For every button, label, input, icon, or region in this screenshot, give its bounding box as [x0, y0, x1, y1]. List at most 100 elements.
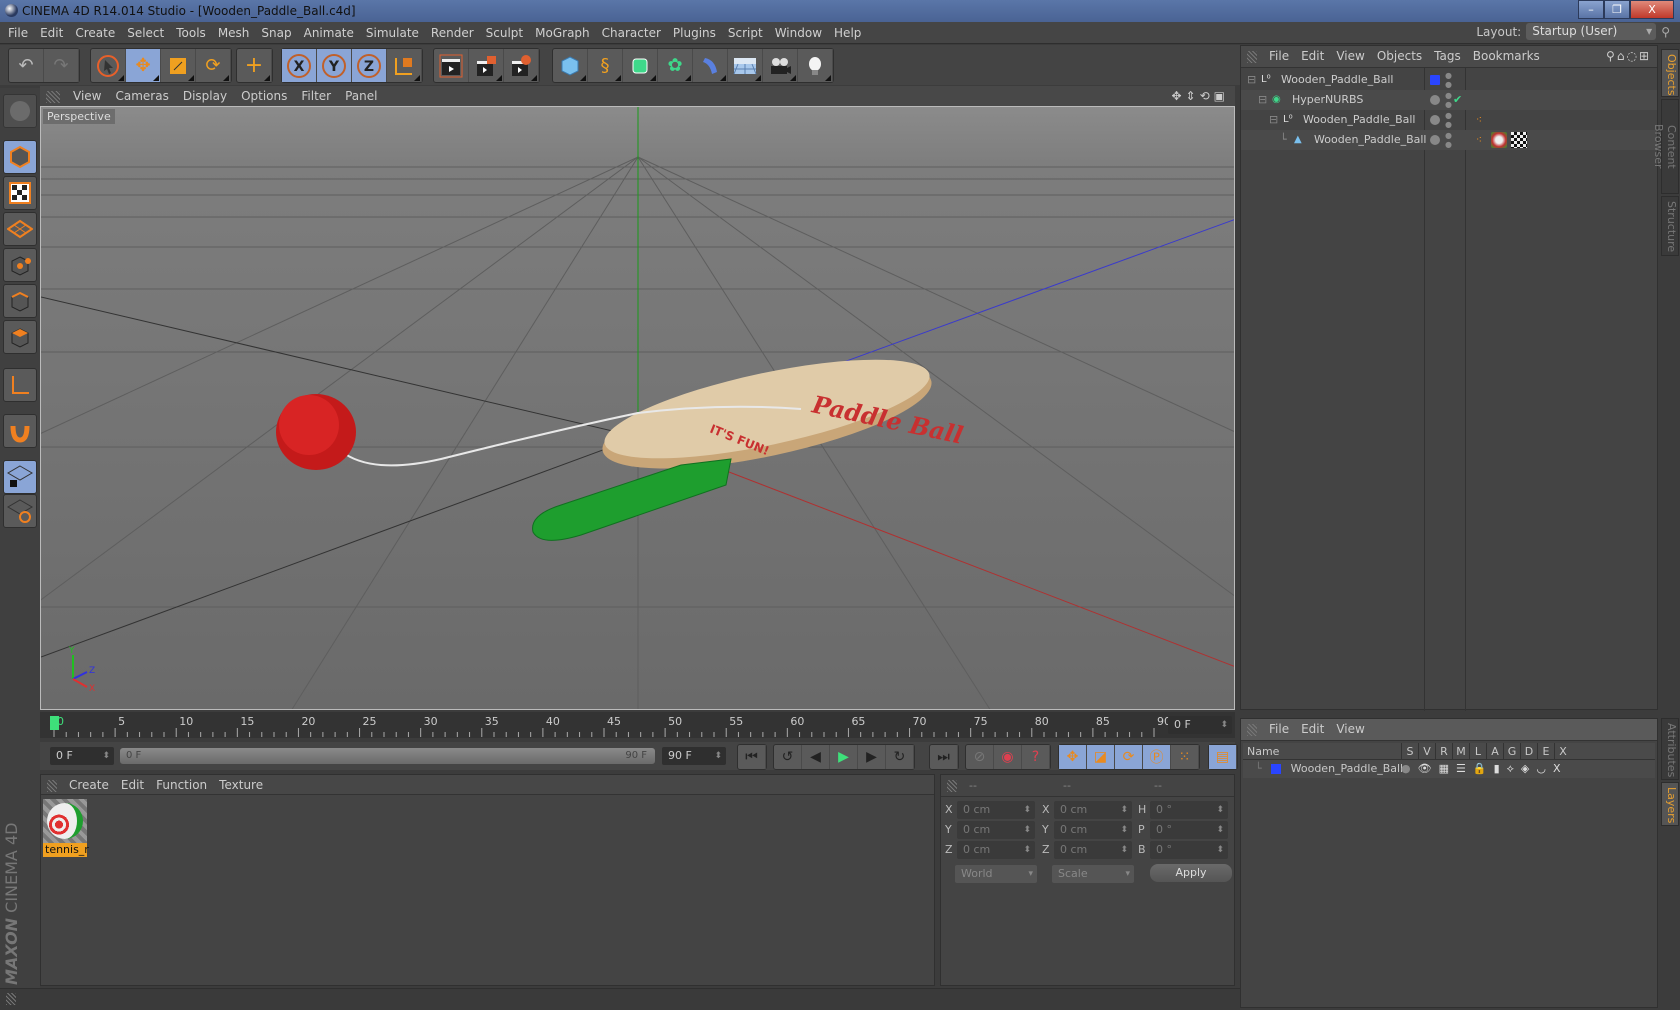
object-row[interactable]: └ ▲ Wooden_Paddle_Ball ● ● ⁖ — [1241, 130, 1657, 150]
panel-grip[interactable] — [1247, 724, 1257, 736]
menu-file[interactable]: File — [0, 22, 34, 44]
menu-animate[interactable]: Animate — [298, 22, 360, 44]
coord-field-b[interactable]: 0 cm ⬍ — [1054, 801, 1132, 819]
menu-mesh[interactable]: Mesh — [212, 22, 256, 44]
panel-grip[interactable] — [947, 780, 957, 792]
animation-icon[interactable]: ▮ — [1494, 762, 1507, 775]
deformers-icon[interactable]: ◈ — [1521, 762, 1536, 775]
coordinate-mode-dropdown[interactable]: World ▾ — [955, 865, 1037, 883]
array-icon[interactable]: ✿ — [658, 49, 693, 82]
go-to-end-icon[interactable]: ⏭ — [930, 745, 958, 769]
panel-grip[interactable] — [46, 91, 60, 103]
menu-create[interactable]: Create — [69, 22, 121, 44]
last-tool-icon[interactable]: + — [237, 49, 272, 82]
material-menu-function[interactable]: Function — [150, 775, 213, 795]
locked-workplane-icon[interactable] — [3, 460, 37, 494]
points-mode-icon[interactable] — [3, 248, 37, 282]
minimize-button[interactable]: – — [1578, 0, 1604, 19]
menu-character[interactable]: Character — [596, 22, 667, 44]
help-icon[interactable]: ? — [1022, 745, 1050, 769]
material-menu-texture[interactable]: Texture — [213, 775, 269, 795]
layer-color-swatch[interactable] — [1271, 764, 1282, 774]
expressions-icon[interactable]: ◡ — [1536, 762, 1553, 775]
go-to-start-icon[interactable]: ⏮ — [738, 745, 766, 769]
menu-window[interactable]: Window — [769, 22, 828, 44]
viewport-menu-filter[interactable]: Filter — [294, 86, 338, 106]
panel-grip[interactable] — [6, 993, 16, 1005]
layer-menu-file[interactable]: File — [1263, 719, 1295, 739]
y-axis-icon[interactable]: Y — [317, 49, 352, 82]
layer-column-a[interactable]: A — [1486, 743, 1503, 760]
visibility-dots[interactable]: ● ● — [1445, 90, 1452, 109]
frame-range-slider[interactable]: 0 F 90 F — [120, 748, 655, 764]
point-level-icon[interactable]: ⁙ — [1171, 745, 1199, 769]
layer-column-r[interactable]: R — [1435, 743, 1452, 760]
timeline-ruler[interactable]: 0 5 10 15 20 25 30 35 40 45 50 55 60 65 70 75 80 85 90 0 F… — [40, 712, 1235, 738]
layer-dot[interactable] — [1430, 135, 1440, 145]
expand-toggle-icon[interactable]: ⊟ — [1269, 110, 1278, 130]
next-frame-icon[interactable]: ▶ — [858, 745, 886, 769]
objects-menu-view[interactable]: View — [1330, 46, 1370, 66]
viewport-menu-display[interactable]: Display — [176, 86, 234, 106]
rotation-key-icon[interactable]: ⟳ — [1115, 745, 1143, 769]
layer-column-l[interactable]: L — [1469, 743, 1486, 760]
menu-mograph[interactable]: MoGraph — [529, 22, 596, 44]
current-frame-marker[interactable] — [50, 716, 59, 730]
layer-column-s[interactable]: S — [1401, 743, 1418, 760]
move-view-icon[interactable]: ✥ — [1171, 86, 1185, 106]
menu-edit[interactable]: Edit — [34, 22, 69, 44]
coord-field-a[interactable]: 0 cm ⬍ — [957, 841, 1035, 859]
apply-button[interactable]: Apply — [1150, 864, 1232, 882]
menu-sculpt[interactable]: Sculpt — [480, 22, 529, 44]
layer-column-v[interactable]: V — [1418, 743, 1435, 760]
search-icon[interactable]: ⚲ — [1661, 25, 1670, 39]
previous-frame-icon[interactable]: ◀ — [802, 745, 830, 769]
objects-menu-edit[interactable]: Edit — [1295, 46, 1330, 66]
expand-toggle-icon[interactable]: ⊟ — [1247, 70, 1256, 90]
menu-simulate[interactable]: Simulate — [360, 22, 425, 44]
paddle-ball-model[interactable]: Paddle Ball IT'S FUN! — [276, 339, 966, 541]
coord-field-a[interactable]: 0 cm ⬍ — [957, 801, 1035, 819]
previous-key-icon[interactable]: ↺ — [774, 745, 802, 769]
render-picture-viewer-icon[interactable] — [469, 49, 504, 82]
object-row[interactable]: ⊟ L⁰ Wooden_Paddle_Ball ● ● — [1241, 70, 1657, 90]
object-row[interactable]: ⊟ L⁰ Wooden_Paddle_Ball ● ● ⁖ — [1241, 110, 1657, 130]
tab-structure[interactable]: Structure — [1661, 196, 1679, 256]
visibility-dots[interactable]: ● ● — [1445, 110, 1452, 129]
menu-help[interactable]: Help — [828, 22, 867, 44]
scale-key-icon[interactable]: ◪ — [1087, 745, 1115, 769]
z-axis-icon[interactable]: Z — [352, 49, 387, 82]
menu-script[interactable]: Script — [722, 22, 769, 44]
edges-mode-icon[interactable] — [3, 284, 37, 318]
render-view-icon[interactable] — [434, 49, 469, 82]
coord-field-b[interactable]: 0 cm ⬍ — [1054, 841, 1132, 859]
end-frame-field[interactable]: 90 F ⬍ — [662, 747, 726, 765]
rotate-icon[interactable]: ⟳ — [196, 49, 231, 82]
parameter-key-icon[interactable]: Ⓟ — [1143, 745, 1171, 769]
xref-icon[interactable]: X — [1553, 762, 1568, 775]
new-view-icon[interactable]: ⊞ — [1639, 46, 1651, 66]
material-menu-edit[interactable]: Edit — [115, 775, 150, 795]
tab-content-browser[interactable]: Content Browser — [1652, 99, 1679, 194]
menu-tools[interactable]: Tools — [170, 22, 212, 44]
floor-icon[interactable] — [728, 49, 763, 82]
visibility-dots[interactable]: ● ● — [1445, 70, 1452, 89]
solo-toggle-icon[interactable]: ● — [1401, 762, 1418, 775]
material-swatch[interactable]: tennis_r — [43, 799, 89, 857]
viewport-menu-options[interactable]: Options — [234, 86, 294, 106]
autokey-icon[interactable]: ⊘ — [966, 745, 994, 769]
scale-icon[interactable] — [161, 49, 196, 82]
tab-layers[interactable]: Layers — [1661, 782, 1679, 826]
tab-objects[interactable]: Objects — [1661, 49, 1679, 97]
visible-render-icon[interactable]: ▦ — [1439, 762, 1456, 775]
close-button[interactable]: X — [1630, 0, 1674, 19]
tab-attributes[interactable]: Attributes — [1661, 718, 1679, 780]
camera-icon[interactable] — [763, 49, 798, 82]
expand-toggle-icon[interactable]: ⊟ — [1258, 90, 1267, 110]
viewport-menu-panel[interactable]: Panel — [338, 86, 384, 106]
viewport-menu-view[interactable]: View — [66, 86, 108, 106]
redo-icon[interactable]: ↷ — [44, 49, 79, 82]
layer-row[interactable]: └ Wooden_Paddle_Ball ●👁▦☰🔒▮⟡◈◡X — [1243, 760, 1655, 778]
search-icon[interactable]: ⚲ — [1606, 46, 1617, 66]
layer-column-e[interactable]: E — [1537, 743, 1554, 760]
